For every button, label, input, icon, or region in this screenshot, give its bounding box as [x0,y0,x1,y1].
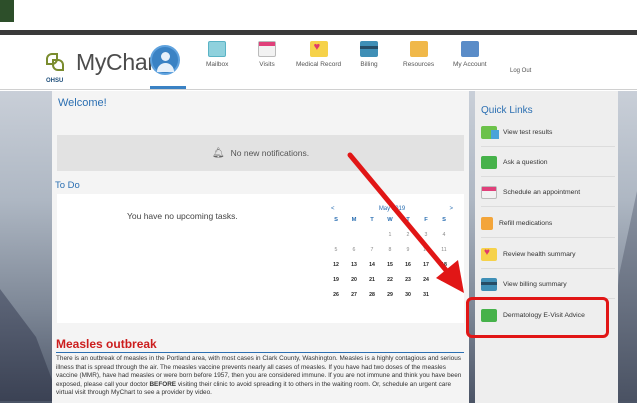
calendar-icon [481,186,497,199]
nav-medical-record[interactable]: Medical Record [296,41,341,68]
quick-link-ask-question[interactable]: Ask a question [481,149,615,177]
mailbox-icon [208,41,227,57]
org-label: OHSU [46,78,64,84]
quick-link-label: View billing summary [503,281,567,288]
measles-divider [56,352,464,353]
quick-link-schedule[interactable]: Schedule an appointment [481,179,615,207]
corner-thumbnail [0,0,14,22]
avatar-active-indicator [150,86,186,89]
quick-link-test-results[interactable]: View test results [481,119,615,147]
quick-link-label: Refill medications [499,220,553,227]
pill-bottle-icon [481,217,493,230]
logo-text: MyChart [76,49,161,75]
heart-folder-icon [309,41,328,57]
quick-link-billing-summary[interactable]: View billing summary [481,271,615,299]
quick-link-label: Schedule an appointment [503,189,581,196]
chat-bubble-icon [481,156,497,169]
mychart-logo[interactable]: MyChart [46,49,161,76]
nav-mailbox[interactable]: Mailbox [206,41,228,68]
logout-link[interactable]: Log Out [510,68,531,74]
nav-label: Visits [259,61,275,68]
measles-body: There is an outbreak of measles in the P… [56,355,468,398]
nav-resources[interactable]: Resources [403,41,434,68]
quick-link-label: Ask a question [503,159,548,166]
nav-my-account[interactable]: My Account [453,41,487,68]
heart-folder-icon [481,247,497,261]
nav-label: Medical Record [296,61,342,68]
nav-label: Billing [360,61,378,68]
red-arrow-annotation [347,152,464,293]
quick-links-panel: Quick Links View test results Ask a ques… [475,91,618,403]
no-tasks-text: You have no upcoming tasks. [127,211,238,221]
id-card-icon [460,41,479,57]
highlight-box [466,297,609,338]
test-results-icon [481,126,499,139]
nav-billing[interactable]: Billing [360,41,378,68]
credit-card-icon [360,41,378,57]
mountain-left [0,289,60,401]
quick-link-health-summary[interactable]: Review health summary [481,241,615,269]
quick-link-refill[interactable]: Refill medications [481,210,615,238]
calendar-icon [258,41,276,57]
credit-card-icon [481,278,497,291]
ohsu-logo-icon [46,51,68,75]
welcome-heading: Welcome! [58,97,107,109]
bell-icon: 🔔︎ [211,147,225,159]
nav-label: Resources [403,61,435,68]
quick-links-heading: Quick Links [481,105,533,116]
notifications-text: No new notifications. [230,148,310,158]
calendar-prev-button[interactable]: < [331,206,335,212]
quick-link-label: View test results [503,129,553,136]
nav-label: Mailbox [206,61,229,68]
measles-heading: Measles outbreak [56,337,157,351]
avatar[interactable] [150,45,180,75]
top-strip [0,0,637,30]
book-icon [409,41,428,57]
todo-heading: To Do [55,180,80,191]
quick-link-label: Review health summary [503,251,576,258]
nav-visits[interactable]: Visits [258,41,276,68]
header: MyChart OHSU Mailbox Visits Medical Reco… [0,35,637,90]
nav-label: My Account [453,61,487,68]
measles-body-emphasis: BEFORE [149,380,177,388]
